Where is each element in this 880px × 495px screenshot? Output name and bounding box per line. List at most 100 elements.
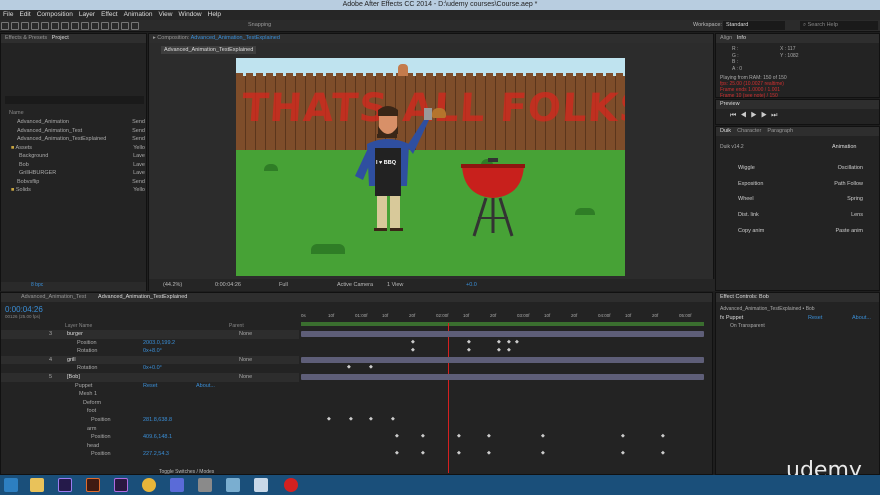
chrome-icon[interactable] — [142, 478, 156, 492]
tab-timeline-test[interactable]: Advanced_Animation_Test — [21, 294, 86, 300]
copy-anim-button[interactable]: Copy anim — [738, 224, 764, 240]
layer-row[interactable]: head — [1, 442, 299, 451]
menu-edit[interactable]: Edit — [19, 11, 30, 18]
oscillation-button[interactable]: Oscillation — [838, 161, 863, 177]
layer-row[interactable]: 5 [Bob] None — [1, 373, 299, 382]
exposure-value[interactable]: +0.0 — [466, 279, 477, 291]
property-name[interactable]: Position — [91, 433, 111, 442]
layer-row[interactable]: Position 2003.0,199.2 — [1, 339, 299, 348]
eraser-tool-icon[interactable] — [111, 22, 119, 30]
last-frame-icon[interactable]: ⏭ — [771, 112, 781, 119]
lens-button[interactable]: Lens — [851, 208, 863, 224]
tab-effects-presets[interactable]: Effects & Presets — [5, 35, 47, 41]
app-icon[interactable] — [254, 478, 268, 492]
keyframe[interactable]: ◆ — [411, 347, 415, 353]
views-select[interactable]: 1 View — [387, 279, 403, 291]
layer-bar[interactable] — [301, 331, 704, 337]
property-name[interactable]: Puppet — [75, 382, 92, 391]
zoom-select[interactable]: (44.2%) — [163, 279, 182, 291]
menu-layer[interactable]: Layer — [79, 11, 95, 18]
keyframe[interactable]: ◆ — [515, 339, 519, 345]
project-item[interactable]: Bob Lave — [5, 161, 145, 170]
keyframe[interactable]: ◆ — [487, 433, 491, 439]
pan-behind-tool-icon[interactable] — [51, 22, 59, 30]
layer-name[interactable]: burger — [67, 330, 83, 339]
brush-tool-icon[interactable] — [91, 22, 99, 30]
app-icon[interactable] — [226, 478, 240, 492]
project-item[interactable]: Advanced_Animation_Test Send — [5, 127, 145, 136]
premiere-icon[interactable] — [114, 478, 128, 492]
keyframe[interactable]: ◆ — [395, 433, 399, 439]
keyframe[interactable]: ◆ — [541, 450, 545, 456]
dist-link-button[interactable]: Dist. link — [738, 208, 759, 224]
keyframe[interactable]: ◆ — [421, 433, 425, 439]
layer-row[interactable]: Rotation 0x+8.0° — [1, 347, 299, 356]
settings-icon[interactable] — [170, 478, 184, 492]
camera-select[interactable]: Active Camera — [337, 279, 373, 291]
column-parent[interactable]: Parent — [229, 323, 244, 329]
project-item[interactable]: Bobvsflip Send — [5, 178, 145, 187]
keyframe[interactable]: ◆ — [421, 450, 425, 456]
current-time[interactable]: 0:00:04:26 — [215, 279, 241, 291]
keyframe[interactable]: ◆ — [327, 416, 331, 422]
layer-row[interactable]: Puppet Reset About... — [1, 382, 299, 391]
illustrator-icon[interactable] — [86, 478, 100, 492]
pen-tool-icon[interactable] — [71, 22, 79, 30]
property-value[interactable]: 281.8,638.8 — [143, 416, 172, 425]
layer-row[interactable]: 3 burger None — [1, 330, 299, 339]
tab-preview[interactable]: Preview — [720, 101, 740, 107]
mask-tool-icon[interactable] — [61, 22, 69, 30]
layer-row[interactable]: 4 grill None — [1, 355, 299, 365]
tab-timeline-explained[interactable]: Advanced_Animation_TestExplained — [98, 294, 187, 300]
property-name[interactable]: foot — [87, 407, 96, 416]
effect-about-button[interactable]: About... — [852, 315, 871, 321]
composition-viewer[interactable]: THATS ALL FOLKS I ♥ BBQ — [236, 58, 625, 276]
keyframe[interactable]: ◆ — [347, 364, 351, 370]
property-value[interactable]: 0x+8.0° — [143, 347, 162, 356]
keyframe[interactable]: ◆ — [541, 433, 545, 439]
keyframe[interactable]: ◆ — [349, 416, 353, 422]
property-track[interactable] — [301, 443, 704, 449]
keyframe[interactable]: ◆ — [395, 450, 399, 456]
layer-name[interactable]: [Bob] — [67, 373, 80, 382]
property-track[interactable] — [301, 383, 704, 389]
camera-tool-icon[interactable] — [41, 22, 49, 30]
wheel-button[interactable]: Wheel — [738, 192, 754, 208]
property-name[interactable]: arm — [87, 425, 96, 434]
project-item[interactable]: Advanced_Animation Send — [5, 118, 145, 127]
property-name[interactable]: Rotation — [77, 364, 98, 373]
layer-bar[interactable] — [301, 356, 704, 363]
property-track[interactable]: ◆ ◆ ◆ ◆ — [301, 416, 704, 423]
layer-row[interactable]: Position 227.2,54.3 — [1, 450, 299, 459]
property-track[interactable]: ◆ ◆ — [301, 364, 704, 371]
paste-anim-button[interactable]: Paste anim — [835, 224, 863, 240]
keyframe[interactable]: ◆ — [467, 347, 471, 353]
project-item[interactable]: Background Lave — [5, 152, 145, 161]
property-track[interactable]: ◆ ◆ ◆ ◆ ◆ — [301, 339, 704, 346]
duik-mode-select[interactable]: Animation — [832, 144, 856, 150]
play-icon[interactable]: ▶ — [751, 112, 761, 119]
work-area-bar[interactable] — [301, 322, 704, 326]
column-layer-name[interactable]: Layer Name — [65, 323, 92, 329]
selection-tool-icon[interactable] — [1, 22, 9, 30]
property-name[interactable]: Position — [77, 339, 97, 348]
tab-effect-controls[interactable]: Effect Controls: Bob — [720, 294, 769, 300]
timeline-timecode[interactable]: 0:00:04:26 — [5, 305, 43, 314]
project-item[interactable]: Advanced_Animation_TestExplained Send — [5, 135, 145, 144]
keyframe[interactable]: ◆ — [661, 450, 665, 456]
menu-effect[interactable]: Effect — [101, 11, 118, 18]
hand-tool-icon[interactable] — [11, 22, 19, 30]
project-item[interactable]: GrillHBURGER Lave — [5, 169, 145, 178]
property-name[interactable]: Mesh 1 — [79, 390, 97, 399]
resolution-select[interactable]: Full — [279, 279, 288, 291]
keyframe[interactable]: ◆ — [457, 433, 461, 439]
menu-view[interactable]: View — [159, 11, 173, 18]
property-name[interactable]: Position — [91, 450, 111, 459]
tab-info[interactable]: Info — [737, 35, 746, 41]
parent-select[interactable]: None — [239, 373, 252, 382]
exposition-button[interactable]: Exposition — [738, 177, 763, 193]
menu-composition[interactable]: Composition — [37, 11, 73, 18]
menu-help[interactable]: Help — [208, 11, 221, 18]
bpc-toggle[interactable]: 8 bpc — [31, 282, 43, 288]
property-name[interactable]: Rotation — [77, 347, 98, 356]
